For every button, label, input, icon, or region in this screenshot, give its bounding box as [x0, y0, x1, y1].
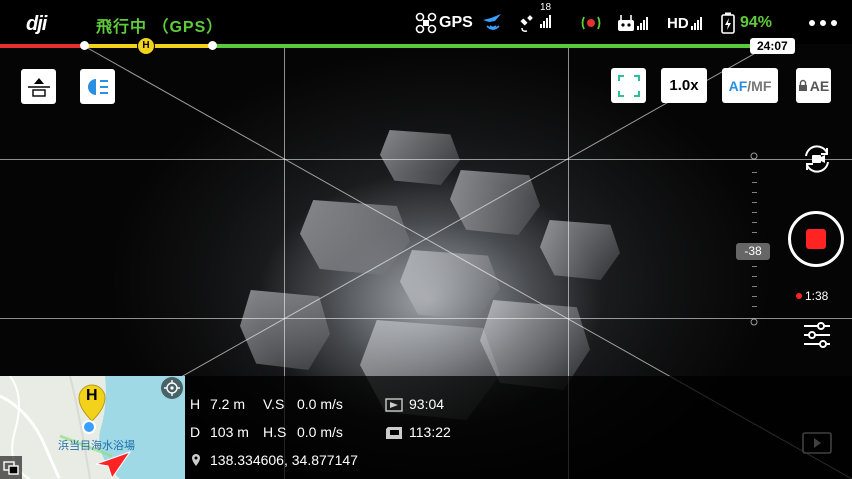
battery-status[interactable]: 94%: [720, 10, 772, 36]
ae-label: AE: [809, 77, 830, 94]
vertical-speed-label: V.S: [263, 396, 285, 412]
ev-display-button[interactable]: EV: [80, 69, 115, 104]
horizontal-speed-label: H.S: [263, 424, 287, 440]
zoom-button[interactable]: 1.0x: [661, 68, 707, 103]
video-signal-bars: [690, 16, 702, 30]
bar-normal-segment: [213, 44, 773, 48]
battery-percent: 94%: [740, 14, 773, 31]
ev-settings-icon: [87, 78, 108, 95]
camera-switch-button[interactable]: [800, 142, 834, 181]
remaining-flight-time: 24:07: [750, 38, 795, 54]
user-location-icon: [82, 420, 96, 434]
af-label: AF: [728, 77, 748, 94]
mf-label: /MF: [747, 77, 772, 94]
camera-settings-button[interactable]: [803, 322, 831, 353]
top-status-bar: dji 飛行中 （GPS） GPS 18 HD 94%: [0, 0, 852, 44]
recording-timer: 1:38: [796, 289, 828, 303]
switch-photo-video-icon: [805, 145, 829, 173]
focus-frame-button[interactable]: [611, 68, 646, 103]
map-expand-button[interactable]: [0, 456, 22, 479]
flight-time-value: 93:04: [409, 396, 445, 412]
ev-value[interactable]: -38: [736, 243, 770, 260]
lock-icon: [798, 79, 807, 91]
mini-map[interactable]: H 浜当目海水浴場: [0, 376, 185, 479]
satellite-icon: [520, 15, 533, 32]
vision-positioning-icon: [483, 14, 501, 30]
horizontal-speed-value: 0.0 m/s: [297, 424, 343, 440]
rc-signal-status[interactable]: [617, 10, 648, 36]
remote-controller-icon: [618, 15, 634, 31]
ev-slider-track: [750, 152, 758, 326]
sliders-icon: [804, 322, 830, 348]
crosshair-icon: [164, 380, 180, 396]
hd-label: HD: [667, 14, 689, 32]
height-value: 7.2 m: [210, 396, 246, 412]
gps-coordinates: 138.334606, 34.877147: [210, 452, 358, 468]
home-marker: H: [137, 37, 155, 55]
sd-card-icon: [386, 427, 402, 439]
vertical-speed-value: 0.0 m/s: [297, 396, 343, 412]
flight-time-icon: [385, 398, 403, 412]
sd-remaining-value: 113:22: [409, 424, 451, 440]
vision-system-status[interactable]: [481, 10, 505, 36]
map-locate-button[interactable]: [161, 377, 183, 399]
distance-value: 103 m: [210, 424, 249, 440]
map-home-label: H: [86, 387, 98, 404]
gps-label: GPS: [439, 14, 473, 31]
swap-view-icon: [3, 460, 19, 475]
af-mf-toggle[interactable]: AF/MF: [722, 68, 778, 103]
critical-marker: [80, 41, 89, 50]
battery-icon: [721, 12, 735, 34]
aircraft-heading-icon: [95, 451, 132, 479]
takeoff-landing-icon: [27, 77, 50, 97]
satellite-signal-bars: [540, 14, 551, 28]
obstacle-avoidance-icon: [581, 16, 601, 30]
recording-dot-icon: [796, 293, 802, 299]
satellite-count: 18: [540, 1, 552, 13]
telemetry-panel: H 7.2 m V.S 0.0 m/s 93:04 D 103 m H.S 0.…: [185, 376, 852, 479]
more-menu-button[interactable]: [808, 10, 838, 36]
ellipsis-icon: [809, 20, 837, 26]
distance-label: D: [190, 424, 201, 440]
gps-status[interactable]: GPS: [415, 10, 473, 36]
video-link-status[interactable]: HD: [667, 10, 702, 36]
flight-battery-bar: H 24:07: [0, 37, 852, 55]
record-stop-icon: [806, 229, 826, 249]
obstacle-sensing-status[interactable]: [580, 10, 602, 36]
low-marker: [208, 41, 217, 50]
flight-status[interactable]: 飛行中 （GPS）: [96, 13, 223, 37]
auto-takeoff-button[interactable]: [21, 69, 56, 104]
dji-logo: dji: [26, 13, 47, 35]
satellite-status[interactable]: 18: [518, 2, 551, 36]
bar-critical-segment: [0, 44, 84, 48]
focus-frame-icon: [617, 74, 640, 97]
recording-elapsed: 1:38: [805, 289, 829, 303]
location-pin-icon: [192, 454, 200, 466]
record-button[interactable]: [788, 211, 844, 267]
rc-signal-bars: [637, 16, 648, 30]
ae-lock-button[interactable]: AE: [796, 68, 831, 103]
ev-slider[interactable]: [750, 150, 758, 326]
drone-icon: [415, 12, 437, 34]
height-label: H: [190, 396, 201, 412]
